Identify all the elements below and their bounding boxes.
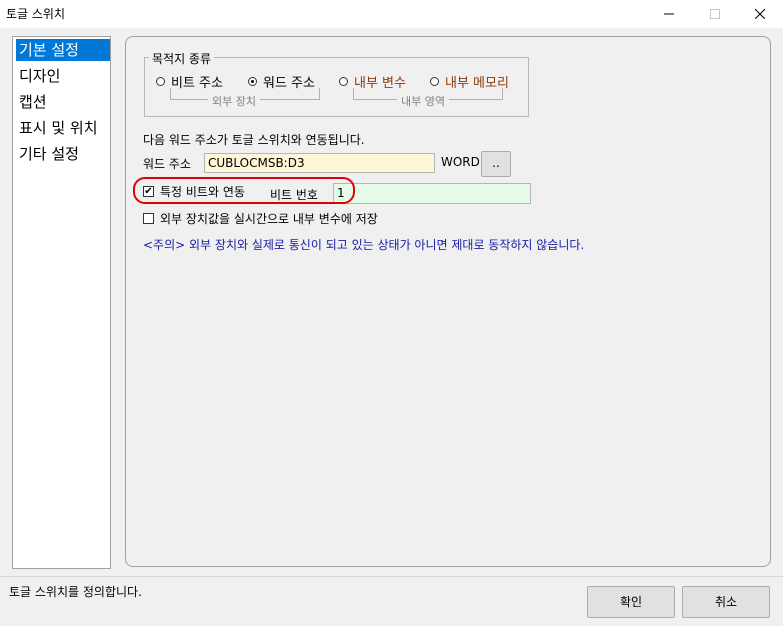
footer-divider xyxy=(0,576,783,577)
nav-item-design[interactable]: 디자인 xyxy=(16,65,63,87)
close-icon xyxy=(755,9,765,19)
settings-nav: 기본 설정 디자인 캡션 표시 및 위치 기타 설정 xyxy=(12,36,111,569)
save-realtime-label: 외부 장치값을 실시간으로 내부 변수에 저장 xyxy=(160,211,378,226)
external-group-label: 외부 장치 xyxy=(208,93,260,109)
window-title: 토글 스위치 xyxy=(6,7,66,21)
radio-circle-selected xyxy=(248,76,257,86)
word-type-label: WORD xyxy=(441,155,480,169)
minimize-button[interactable] xyxy=(646,0,692,28)
checkbox-box xyxy=(143,212,154,224)
save-realtime-checkbox[interactable]: 외부 장치값을 실시간으로 내부 변수에 저장 xyxy=(143,211,378,226)
word-address-input[interactable]: CUBLOCMSB:D3 xyxy=(204,153,435,173)
radio-circle xyxy=(156,76,165,86)
cancel-button[interactable]: 취소 xyxy=(682,586,770,618)
nav-item-display-position[interactable]: 표시 및 위치 xyxy=(16,117,101,139)
destination-legend: 목적지 종류 xyxy=(149,50,215,67)
browse-address-button[interactable]: .. xyxy=(481,151,511,177)
ok-button[interactable]: 확인 xyxy=(587,586,675,618)
radio-circle xyxy=(339,76,348,86)
bit-number-input[interactable]: 1 xyxy=(333,183,531,204)
highlight-annotation xyxy=(133,177,355,204)
nav-item-caption[interactable]: 캡션 xyxy=(16,91,50,113)
caution-note: <주의> 외부 장치와 실제로 통신이 되고 있는 상태가 아니면 제대로 동작… xyxy=(143,238,585,252)
radio-internal-variable[interactable]: 내부 변수 xyxy=(339,73,406,91)
minimize-icon xyxy=(664,13,674,15)
close-button[interactable] xyxy=(737,0,783,28)
nav-item-basic[interactable]: 기본 설정 xyxy=(16,39,110,61)
word-address-label: 워드 주소 xyxy=(143,157,191,171)
maximize-icon xyxy=(710,9,720,19)
radio-internal-memory[interactable]: 내부 메모리 xyxy=(430,73,509,91)
internal-group-label: 내부 영역 xyxy=(397,93,449,109)
radio-word-address[interactable]: 워드 주소 xyxy=(248,73,315,91)
maximize-button xyxy=(692,0,738,28)
nav-item-other[interactable]: 기타 설정 xyxy=(16,143,82,165)
title-bar: 토글 스위치 xyxy=(0,0,783,28)
link-description: 다음 워드 주소가 토글 스위치와 연동됩니다. xyxy=(143,133,365,147)
radio-circle xyxy=(430,76,439,86)
radio-bit-address[interactable]: 비트 주소 xyxy=(156,73,223,91)
status-text: 토글 스위치를 정의합니다. xyxy=(9,585,142,599)
